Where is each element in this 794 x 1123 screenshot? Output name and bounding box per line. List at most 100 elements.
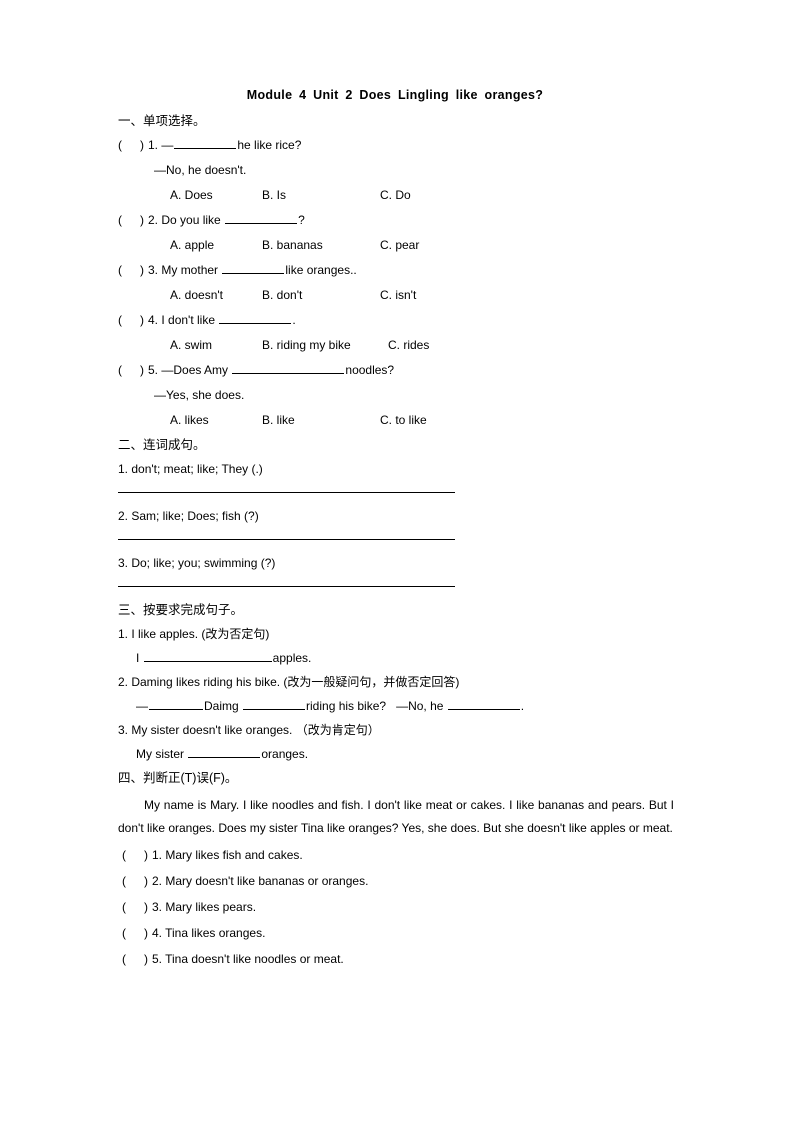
answer-parentheses[interactable]: () bbox=[122, 898, 152, 916]
answer-parentheses[interactable]: () bbox=[122, 950, 152, 968]
tf-statement-text: 1. Mary likes fish and cakes. bbox=[152, 848, 303, 863]
passage-text: My name is Mary. I like noodles and fish… bbox=[118, 797, 674, 835]
tf-statement-3: () 3. Mary likes pears. bbox=[118, 898, 684, 916]
fill-blank[interactable] bbox=[174, 137, 237, 150]
section-3-heading: 三、按要求完成句子。 bbox=[118, 603, 244, 618]
option-c[interactable]: C. Do bbox=[380, 186, 411, 204]
question-stem-post: noodles? bbox=[345, 363, 395, 378]
worksheet-page: Module 4 Unit 2 Does Lingling like orang… bbox=[0, 0, 794, 1123]
tf-statement-text: 2. Mary doesn't like bananas or oranges. bbox=[152, 874, 369, 889]
page-title: Module 4 Unit 2 Does Lingling like orang… bbox=[246, 88, 544, 102]
question-stem-pre: —Does Amy bbox=[161, 363, 232, 378]
option-a[interactable]: A. swim bbox=[170, 336, 262, 354]
option-b[interactable]: B. like bbox=[262, 411, 380, 429]
question-stem-pre: Do you like bbox=[161, 213, 225, 228]
rewrite-answer-2: — Daimg riding his bike? —No, he . bbox=[136, 698, 525, 714]
question-4-options: A. swim B. riding my bike C. rides bbox=[118, 336, 684, 354]
question-1-reply: —No, he doesn't. bbox=[154, 163, 247, 178]
question-stem-pre: My mother bbox=[161, 263, 222, 278]
fill-blank[interactable] bbox=[225, 212, 298, 225]
question-number: 3. bbox=[148, 263, 159, 278]
answer-pre: I bbox=[136, 651, 143, 666]
answer-pre: — bbox=[136, 699, 148, 714]
option-c[interactable]: C. rides bbox=[388, 336, 429, 354]
answer-parentheses[interactable]: () bbox=[122, 872, 152, 890]
question-number: 5. bbox=[148, 363, 159, 378]
answer-post: oranges. bbox=[261, 747, 309, 762]
tf-statement-4: () 4. Tina likes oranges. bbox=[118, 924, 684, 942]
option-a[interactable]: A. doesn't bbox=[170, 286, 262, 304]
tf-statement-1: () 1. Mary likes fish and cakes. bbox=[118, 846, 684, 864]
fill-blank[interactable] bbox=[219, 312, 292, 325]
option-b[interactable]: B. Is bbox=[262, 186, 380, 204]
rewrite-prompt-2: 2. Daming likes riding his bike. (改为一般疑问… bbox=[118, 675, 460, 690]
question-4: () 4. I don't like . bbox=[118, 311, 684, 329]
answer-post: apples. bbox=[272, 651, 312, 666]
answer-parentheses[interactable]: () bbox=[122, 924, 152, 942]
answer-mid: Daimg bbox=[204, 699, 243, 714]
option-b[interactable]: B. riding my bike bbox=[262, 336, 388, 354]
question-stem-post: . bbox=[292, 313, 296, 328]
answer-tail: —No, he bbox=[396, 699, 447, 714]
question-stem-pre: I don't like bbox=[161, 313, 219, 328]
question-number: 2. bbox=[148, 213, 159, 228]
option-c[interactable]: C. pear bbox=[380, 236, 419, 254]
option-b[interactable]: B. don't bbox=[262, 286, 380, 304]
reorder-item-1: 1. don't; meat; like; They (.) bbox=[118, 462, 263, 477]
answer-parentheses[interactable]: () bbox=[118, 261, 148, 279]
question-stem-post: ? bbox=[298, 213, 305, 228]
reorder-item-2: 2. Sam; like; Does; fish (?) bbox=[118, 509, 259, 524]
answer-pre: My sister bbox=[136, 747, 188, 762]
tf-statement-text: 3. Mary likes pears. bbox=[152, 900, 257, 915]
fill-blank[interactable] bbox=[149, 698, 203, 711]
question-stem-post: like oranges.. bbox=[285, 263, 357, 278]
fill-blank[interactable] bbox=[222, 262, 285, 275]
question-3: () 3. My mother like oranges.. bbox=[118, 261, 684, 279]
section-1-heading: 一、单项选择。 bbox=[118, 114, 206, 128]
question-5: () 5. —Does Amy noodles? bbox=[118, 361, 684, 379]
answer-parentheses[interactable]: () bbox=[118, 211, 148, 229]
option-a[interactable]: A. Does bbox=[170, 186, 262, 204]
question-number: 4. bbox=[148, 313, 159, 328]
tf-statement-5: () 5. Tina doesn't like noodles or meat. bbox=[118, 950, 684, 968]
answer-parentheses[interactable]: () bbox=[118, 361, 148, 379]
answer-rule[interactable] bbox=[118, 539, 455, 541]
section-4-heading: 四、判断正(T)误(F)。 bbox=[118, 771, 238, 786]
answer-parentheses[interactable]: () bbox=[118, 136, 148, 154]
question-stem-pre: — bbox=[161, 138, 174, 153]
fill-blank[interactable] bbox=[243, 698, 306, 711]
rewrite-answer-3: My sister oranges. bbox=[118, 745, 684, 763]
question-stem-post: he like rice? bbox=[237, 138, 302, 153]
fill-blank[interactable] bbox=[232, 362, 345, 375]
question-5-reply: —Yes, she does. bbox=[154, 388, 245, 403]
reading-passage: My name is Mary. I like noodles and fish… bbox=[118, 794, 674, 841]
tf-statement-text: 5. Tina doesn't like noodles or meat. bbox=[152, 952, 344, 967]
question-2-options: A. apple B. bananas C. pear bbox=[118, 236, 684, 254]
question-2: () 2. Do you like ? bbox=[118, 211, 684, 229]
rewrite-prompt-3: 3. My sister doesn't like oranges. （改为肯定… bbox=[118, 723, 380, 738]
answer-post: riding his bike? bbox=[306, 699, 387, 714]
tf-statement-text: 4. Tina likes oranges. bbox=[152, 926, 266, 941]
rewrite-answer-1: I apples. bbox=[118, 649, 684, 667]
rewrite-prompt-1: 1. I like apples. (改为否定句) bbox=[118, 627, 270, 642]
question-3-options: A. doesn't B. don't C. isn't bbox=[118, 286, 684, 304]
fill-blank[interactable] bbox=[188, 746, 261, 759]
option-b[interactable]: B. bananas bbox=[262, 236, 380, 254]
option-c[interactable]: C. isn't bbox=[380, 286, 416, 304]
question-number: 1. bbox=[148, 138, 159, 153]
question-5-options: A. likes B. like C. to like bbox=[118, 411, 684, 429]
fill-blank[interactable] bbox=[143, 650, 272, 663]
fill-blank[interactable] bbox=[447, 698, 520, 711]
option-a[interactable]: A. apple bbox=[170, 236, 262, 254]
section-2-heading: 二、连词成句。 bbox=[118, 438, 206, 453]
option-a[interactable]: A. likes bbox=[170, 411, 262, 429]
option-c[interactable]: C. to like bbox=[380, 411, 427, 429]
answer-rule[interactable] bbox=[118, 586, 455, 588]
answer-rule[interactable] bbox=[118, 492, 455, 494]
answer-parentheses[interactable]: () bbox=[118, 311, 148, 329]
question-1: () 1. — he like rice? bbox=[118, 136, 684, 154]
tf-statement-2: () 2. Mary doesn't like bananas or orange… bbox=[118, 872, 684, 890]
reorder-item-3: 3. Do; like; you; swimming (?) bbox=[118, 556, 276, 571]
question-1-options: A. Does B. Is C. Do bbox=[118, 186, 684, 204]
answer-parentheses[interactable]: () bbox=[122, 846, 152, 864]
